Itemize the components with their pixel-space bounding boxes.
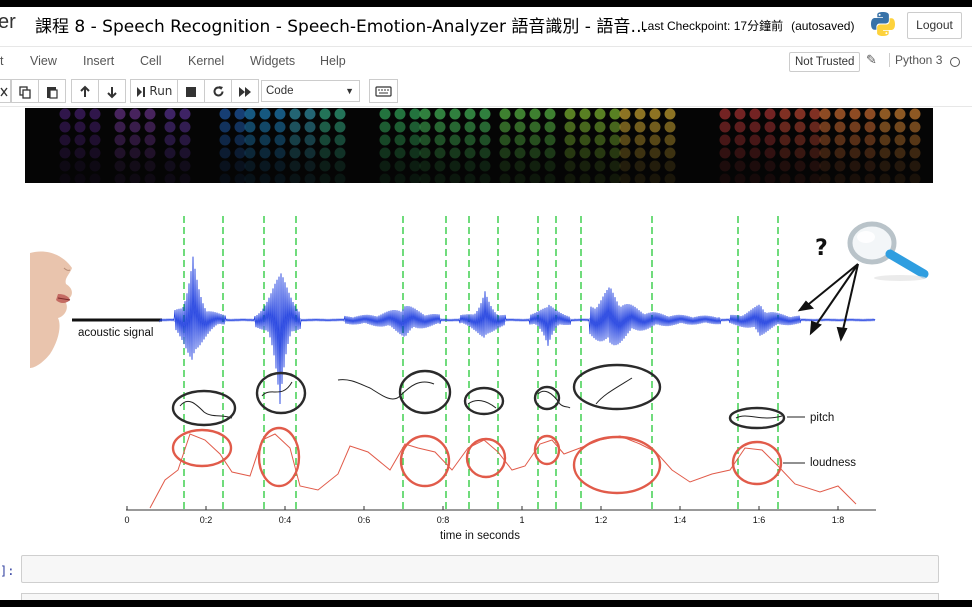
notebook-title[interactable]: 課程 8 - Speech Recognition - Speech-Emoti… [35, 12, 647, 37]
restart-icon [213, 86, 223, 97]
not-trusted-button[interactable]: Not Trusted [789, 52, 861, 72]
arrow-down-icon [107, 86, 117, 98]
copy-button[interactable] [11, 79, 39, 103]
fast-forward-icon [239, 86, 251, 97]
time-tick-label: 0:8 [437, 515, 450, 525]
notebook-header: er 課程 8 - Speech Recognition - Speech-Em… [0, 7, 972, 45]
interrupt-button[interactable] [177, 79, 205, 103]
menu-edit[interactable]: t [0, 54, 3, 68]
time-axis-label: time in seconds [440, 530, 520, 542]
pencil-icon[interactable]: ✎ [866, 53, 877, 68]
step-forward-icon [136, 86, 145, 97]
chevron-down-icon: ▼ [345, 86, 354, 96]
cell-prompt: ]: [0, 564, 15, 578]
scrollbar[interactable] [960, 108, 972, 600]
time-tick-label: 0:6 [358, 515, 371, 525]
cut-button[interactable] [0, 79, 11, 103]
segment-markers [183, 216, 779, 510]
analysis-arrows [797, 263, 859, 342]
loudness-contour [149, 433, 857, 509]
stop-icon [186, 86, 196, 97]
time-tick-label: 1:8 [832, 515, 845, 525]
run-label: Run [149, 84, 173, 98]
cell-type-value: Code [266, 85, 294, 97]
autosaved-text: (autosaved) [791, 19, 855, 33]
menu-cell[interactable]: Cell [140, 54, 162, 68]
pitch-contour-end [735, 415, 783, 419]
equalizer-banner-image [25, 108, 933, 183]
pitch-contour [179, 377, 633, 419]
checkpoint-status: Last Checkpoint: 17分鐘前 (autosaved) [641, 17, 854, 34]
checkpoint-text: Last Checkpoint: 17分鐘前 [641, 19, 784, 33]
menubar: t View Insert Cell Kernel Widgets Help N… [0, 46, 972, 76]
copy-icon [19, 85, 31, 99]
menu-view[interactable]: View [30, 54, 57, 68]
cell-type-select[interactable]: Code ▼ [261, 80, 360, 102]
time-tick-label: 0:2 [200, 515, 213, 525]
logout-button[interactable]: Logout [907, 12, 962, 39]
time-tick-label: 1 [519, 515, 524, 525]
menu-widgets[interactable]: Widgets [250, 54, 295, 68]
restart-run-all-button[interactable] [231, 79, 259, 103]
paste-icon [47, 86, 58, 99]
move-down-button[interactable] [98, 79, 126, 103]
face-mouth-icon [30, 251, 72, 368]
time-tick-label: 0 [124, 515, 129, 525]
paste-button[interactable] [38, 79, 66, 103]
time-tick-label: 1:6 [753, 515, 766, 525]
time-tick-label: 1:4 [674, 515, 687, 525]
kernel-name: Python 3 [889, 53, 942, 67]
notebook-content: acoustic signal pitch loudness 0 0:2 0:4… [0, 108, 972, 600]
move-up-button[interactable] [71, 79, 99, 103]
jupyter-logo-fragment[interactable]: er [0, 11, 16, 34]
code-cell-input[interactable] [21, 555, 939, 583]
keyboard-icon [375, 86, 392, 97]
python-logo-icon [871, 12, 895, 36]
command-palette-button[interactable] [369, 79, 398, 103]
menu-help[interactable]: Help [320, 54, 346, 68]
acoustic-signal-label: acoustic signal [78, 327, 153, 339]
menu-insert[interactable]: Insert [83, 54, 114, 68]
next-code-cell[interactable] [21, 593, 939, 600]
loudness-label: loudness [810, 457, 856, 469]
notebook-toolbar: Run Code ▼ [0, 77, 972, 107]
time-tick-label: 1:2 [595, 515, 608, 525]
question-mark: ? [815, 236, 828, 261]
pitch-label: pitch [810, 412, 834, 424]
window-top-edge [0, 0, 972, 7]
window-bottom-edge [0, 600, 972, 607]
restart-button[interactable] [204, 79, 232, 103]
magnifying-glass-icon [847, 221, 929, 281]
menu-kernel[interactable]: Kernel [188, 54, 224, 68]
speech-emotion-figure: acoustic signal pitch loudness 0 0:2 0:4… [30, 216, 929, 542]
arrow-up-icon [80, 85, 90, 97]
cut-icon [0, 87, 8, 96]
acoustic-waveform [159, 256, 876, 405]
time-axis-ticks: 0 0:2 0:4 0:6 0:8 1 1:2 1:4 1:6 1:8 [124, 506, 844, 525]
time-tick-label: 0:4 [279, 515, 292, 525]
kernel-idle-indicator [950, 57, 960, 67]
run-button[interactable]: Run [130, 79, 178, 103]
